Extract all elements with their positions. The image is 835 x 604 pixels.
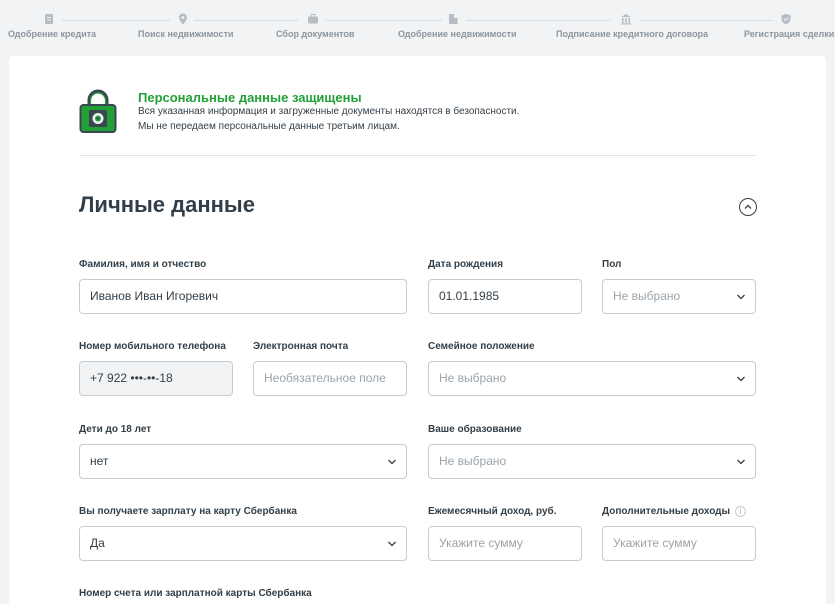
chevron-down-icon [388,541,396,547]
email-label: Электронная почта [253,341,349,352]
shield-icon [781,13,791,25]
padlock-icon [79,89,117,133]
bank-icon [621,14,631,25]
birth-date-label: Дата рождения [428,259,504,270]
extra-income-label: Дополнительные доходы i [602,506,747,518]
extra-income-label-text: Дополнительные доходы [602,506,731,518]
gender-value: Не выбрано [613,289,681,303]
security-text: Вся указанная информация и загруженные д… [138,106,520,117]
step-registration: Регистрация сделки [744,13,835,39]
account-label: Номер счета или зарплатной карты Сбербан… [79,588,312,599]
security-title: Персональные данные защищены [138,90,362,105]
phone-label: Номер мобильного телефона [79,341,226,352]
children-label: Дети до 18 лет [79,424,152,435]
step-label: Одобрение кредита [8,29,97,39]
salary-card-value: Да [90,536,105,550]
education-select[interactable]: Не выбрано [428,444,756,479]
phone-input[interactable]: +7 922 •••-••-18 [79,361,233,396]
gender-label: Пол [602,259,622,270]
collapse-button[interactable] [739,198,757,216]
monthly-income-label: Ежемесячный доход, руб. [428,506,557,517]
step-label: Регистрация сделки [744,29,835,39]
extra-income-input[interactable]: Укажите сумму [602,526,756,561]
gender-select[interactable]: Не выбрано [602,279,756,314]
step-loan-signing: Подписание кредитного договора [556,13,709,39]
chevron-up-icon [744,204,752,209]
progress-stepper: Одобрение кредита Поиск недвижимости Сбо… [0,0,835,48]
form-card [9,56,826,604]
salary-card-select[interactable]: Да [79,526,407,561]
document-icon [45,14,53,24]
children-value: нет [90,454,109,468]
building-icon [449,14,458,24]
security-text: Мы не передаем персональные данные треть… [138,121,400,132]
step-label: Сбор документов [276,29,355,39]
monthly-income-input[interactable]: Укажите сумму [428,526,582,561]
info-icon[interactable]: i [735,506,747,517]
chevron-down-icon [737,459,745,465]
page-title: Личные данные [79,192,255,217]
salary-card-label: Вы получаете зарплату на карту Сбербанка [79,506,297,517]
step-label: Подписание кредитного договора [556,29,709,39]
marital-value: Не выбрано [439,371,507,385]
step-documents: Сбор документов [276,13,355,39]
education-label: Ваше образование [428,424,522,435]
children-select[interactable]: нет [79,444,407,479]
step-property-search: Поиск недвижимости [138,13,234,39]
marital-label: Семейное положение [428,341,535,352]
step-property-approval: Одобрение недвижимости [398,13,517,39]
step-label: Одобрение недвижимости [398,29,517,39]
step-label: Поиск недвижимости [138,29,234,39]
divider [79,155,756,156]
birth-date-input[interactable]: 01.01.1985 [428,279,582,314]
marital-select[interactable]: Не выбрано [428,361,756,396]
chevron-down-icon [388,459,396,465]
full-name-input[interactable]: Иванов Иван Игоревич [79,279,407,314]
chevron-down-icon [737,376,745,382]
full-name-label: Фамилия, имя и отчество [79,259,207,270]
chevron-down-icon [737,294,745,300]
map-pin-icon [179,13,187,25]
email-input[interactable]: Необязательное поле [253,361,407,396]
briefcase-icon [308,14,318,24]
education-value: Не выбрано [439,454,507,468]
step-credit-approval: Одобрение кредита [8,13,97,39]
